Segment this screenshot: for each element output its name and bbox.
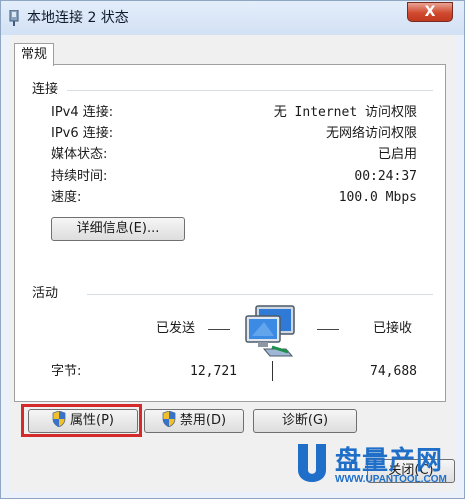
network-adapter-icon (9, 10, 19, 26)
speed-value: 100.0 Mbps (338, 190, 417, 205)
activity-group-divider (87, 294, 433, 295)
watermark-title: 盘量产网 (335, 446, 444, 476)
bytes-label: 字节: (51, 364, 82, 379)
sent-line (208, 329, 230, 330)
status-dialog: 本地连接 2 状态 X 常规 连接 IPv4 连接: 无 Internet 访问… (0, 0, 465, 499)
close-window-button[interactable]: X (407, 2, 453, 22)
diagnose-button[interactable]: 诊断(G) (253, 409, 357, 433)
connection-group-label: 连接 (32, 82, 59, 97)
network-computers-icon (245, 305, 295, 357)
media-state-label: 媒体状态: (51, 147, 108, 162)
bytes-received-value: 74,688 (370, 364, 417, 379)
received-line (317, 329, 339, 330)
ipv4-value: 无 Internet 访问权限 (273, 105, 417, 120)
tab-general[interactable]: 常规 (14, 43, 54, 66)
site-watermark: 盘量产网 WWW.UPANTOOL.COM (295, 438, 457, 490)
close-icon: X (424, 4, 436, 20)
ipv4-label: IPv4 连接: (51, 105, 114, 120)
activity-divider-vertical (272, 361, 273, 381)
uac-shield-icon (162, 411, 176, 427)
watermark-u-logo-icon (298, 444, 326, 482)
speed-label: 速度: (51, 190, 82, 205)
title-bar[interactable]: 本地连接 2 状态 X (1, 1, 464, 35)
window-title: 本地连接 2 状态 (27, 10, 129, 26)
ipv6-label: IPv6 连接: (51, 126, 114, 141)
disable-button[interactable]: 禁用(D) (144, 409, 244, 433)
watermark-url: WWW.UPANTOOL.COM (335, 474, 447, 485)
media-state-value: 已启用 (377, 147, 417, 162)
disable-button-label: 禁用(D) (179, 413, 227, 428)
details-button[interactable]: 详细信息(E)... (51, 217, 185, 241)
duration-value: 00:24:37 (354, 169, 417, 184)
connection-group-divider (67, 90, 433, 91)
ipv6-value: 无网络访问权限 (325, 126, 417, 141)
activity-group-label: 活动 (32, 286, 59, 301)
bytes-sent-value: 12,721 (190, 364, 237, 379)
sent-label: 已发送 (156, 321, 196, 336)
properties-highlight-box (21, 404, 142, 437)
received-label: 已接收 (373, 321, 413, 336)
duration-label: 持续时间: (51, 169, 108, 184)
